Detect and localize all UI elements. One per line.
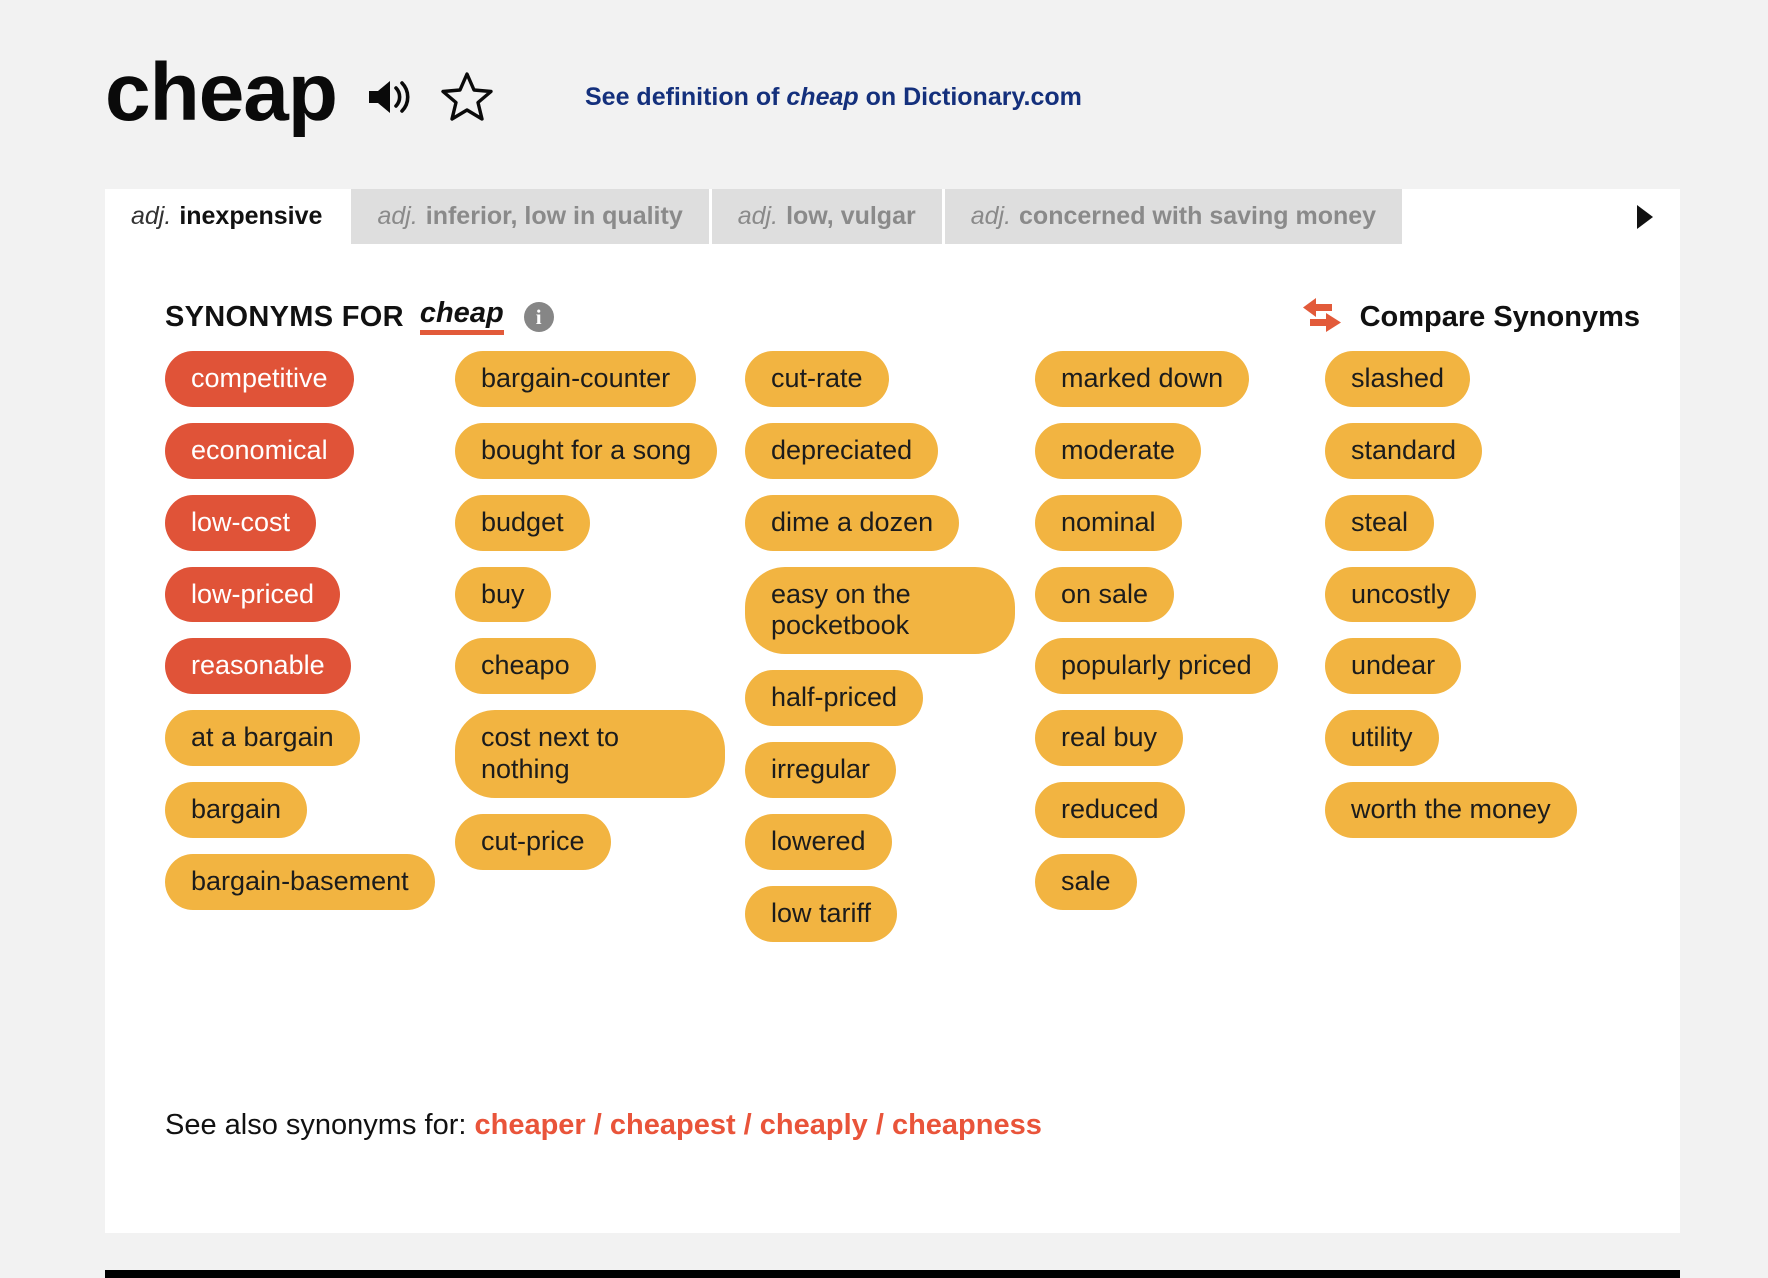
synonym-chip[interactable]: reasonable bbox=[165, 638, 351, 695]
synonym-chip[interactable]: economical bbox=[165, 422, 354, 479]
synonym-column-5: slashed standard steal uncostly undear utilit… bbox=[1325, 351, 1615, 958]
compare-synonyms-button[interactable]: Compare Synonyms bbox=[1300, 294, 1640, 341]
synonym-chip[interactable]: utility bbox=[1325, 710, 1439, 767]
tab-pos-label: adj. bbox=[737, 202, 779, 230]
tab-inferior-low-in-quality[interactable]: adj. inferior, low in quality bbox=[351, 189, 709, 244]
synonym-chip[interactable]: cut-rate bbox=[745, 351, 889, 407]
sense-tabs: adj. inexpensive adj. inferior, low in q… bbox=[105, 189, 1680, 244]
synonym-chip[interactable]: standard bbox=[1325, 422, 1483, 479]
synonym-chip[interactable]: worth the money bbox=[1325, 782, 1577, 839]
synonym-chip[interactable]: nominal bbox=[1035, 494, 1182, 551]
synonym-chip-grid: competitive economical low-cost low-priced r… bbox=[165, 351, 1645, 958]
compare-synonyms-label: Compare Synonyms bbox=[1359, 300, 1640, 333]
tab-inexpensive[interactable]: adj. inexpensive bbox=[105, 189, 349, 244]
page-header: cheap See definition of cheap on Diction… bbox=[105, 30, 1680, 155]
definition-link-word: cheap bbox=[786, 83, 859, 111]
synonym-column-2: bargain-counter bought for a song budget bu… bbox=[455, 351, 745, 958]
synonym-chip[interactable]: steal bbox=[1325, 494, 1435, 551]
synonym-chip[interactable]: dime a dozen bbox=[745, 494, 960, 551]
synonym-chip[interactable]: low tariff bbox=[745, 885, 898, 942]
synonym-chip[interactable]: at a bargain bbox=[165, 710, 360, 767]
synonym-column-1: competitive economical low-cost low-priced r… bbox=[165, 351, 455, 958]
synonym-chip[interactable]: irregular bbox=[745, 742, 897, 799]
see-also-line: See also synonyms for: cheaper / cheapes… bbox=[165, 1109, 1042, 1142]
synonym-chip[interactable]: popularly priced bbox=[1035, 638, 1278, 695]
synonym-chip[interactable]: low-priced bbox=[165, 566, 341, 623]
tabs-next-button[interactable] bbox=[1610, 189, 1680, 244]
synonym-chip[interactable]: depreciated bbox=[745, 422, 939, 479]
synonym-chip[interactable]: slashed bbox=[1325, 351, 1471, 407]
synonym-chip[interactable]: cut-price bbox=[455, 814, 611, 870]
synonym-chip[interactable]: cheapo bbox=[455, 638, 596, 695]
tab-pos-label: adj. bbox=[377, 202, 418, 230]
see-also-links[interactable]: cheaper / cheapest / cheaply / cheapness bbox=[474, 1109, 1041, 1141]
synonym-chip[interactable]: on sale bbox=[1035, 566, 1175, 623]
synonym-chip[interactable]: uncostly bbox=[1325, 566, 1477, 623]
dictionary-definition-link[interactable]: See definition of cheap on Dictionary.co… bbox=[585, 83, 1082, 112]
tab-concerned-with-saving-money[interactable]: adj. concerned with saving money bbox=[944, 189, 1403, 244]
tab-label: low, vulgar bbox=[786, 202, 916, 230]
synonym-chip[interactable]: buy bbox=[455, 566, 551, 623]
page-title: cheap bbox=[105, 46, 338, 138]
synonym-chip[interactable]: bought for a song bbox=[455, 422, 718, 479]
synonym-column-4: marked down moderate nominal on sale popular… bbox=[1035, 351, 1325, 958]
tab-pos-label: adj. bbox=[970, 202, 1012, 230]
thesaurus-card: adj. inexpensive adj. inferior, low in q… bbox=[105, 189, 1680, 1233]
synonym-chip[interactable]: bargain-counter bbox=[455, 351, 697, 407]
synonym-chip[interactable]: bargain-basement bbox=[165, 854, 435, 910]
synonym-chip[interactable]: competitive bbox=[165, 351, 354, 407]
synonym-chip[interactable]: real buy bbox=[1035, 710, 1184, 767]
synonym-chip[interactable]: undear bbox=[1325, 638, 1462, 695]
synonym-chip[interactable]: moderate bbox=[1035, 422, 1202, 479]
synonyms-for-label: SYNONYMS FOR bbox=[165, 300, 404, 333]
see-also-prefix: See also synonyms for: bbox=[165, 1109, 475, 1141]
synonym-chip[interactable]: lowered bbox=[745, 814, 892, 870]
tab-label: inferior, low in quality bbox=[425, 202, 683, 230]
synonym-chip[interactable]: cost next to nothing bbox=[455, 710, 725, 799]
synonym-chip[interactable]: reduced bbox=[1035, 782, 1185, 839]
tab-low-vulgar[interactable]: adj. low, vulgar bbox=[711, 189, 942, 244]
synonym-column-3: cut-rate depreciated dime a dozen easy on t… bbox=[745, 351, 1035, 958]
synonym-chip[interactable]: easy on the pocketbook bbox=[745, 566, 1015, 655]
tab-label: inexpensive bbox=[179, 202, 323, 230]
definition-link-prefix: See definition of bbox=[585, 83, 787, 111]
synonyms-header-left: SYNONYMS FOR cheap i bbox=[165, 299, 554, 335]
compare-arrows-icon bbox=[1300, 294, 1344, 341]
synonym-chip[interactable]: bargain bbox=[165, 782, 308, 839]
synonym-chip[interactable]: marked down bbox=[1035, 351, 1250, 407]
tab-pos-label: adj. bbox=[131, 202, 172, 230]
tab-label: concerned with saving money bbox=[1019, 202, 1377, 230]
synonym-chip[interactable]: low-cost bbox=[165, 494, 317, 551]
synonyms-headword: cheap bbox=[419, 299, 504, 335]
synonym-chip[interactable]: budget bbox=[455, 494, 590, 551]
synonyms-header: SYNONYMS FOR cheap i Compare Synonyms bbox=[165, 293, 1640, 341]
speaker-audio-icon[interactable] bbox=[367, 77, 413, 117]
chevron-right-icon bbox=[1637, 204, 1653, 229]
bottom-divider-bar bbox=[105, 1270, 1680, 1278]
info-icon[interactable]: i bbox=[523, 302, 554, 332]
definition-link-suffix: on Dictionary.com bbox=[858, 83, 1082, 111]
star-favorite-icon[interactable] bbox=[441, 71, 493, 121]
synonym-chip[interactable]: half-priced bbox=[745, 670, 924, 727]
synonym-chip[interactable]: sale bbox=[1035, 854, 1137, 910]
